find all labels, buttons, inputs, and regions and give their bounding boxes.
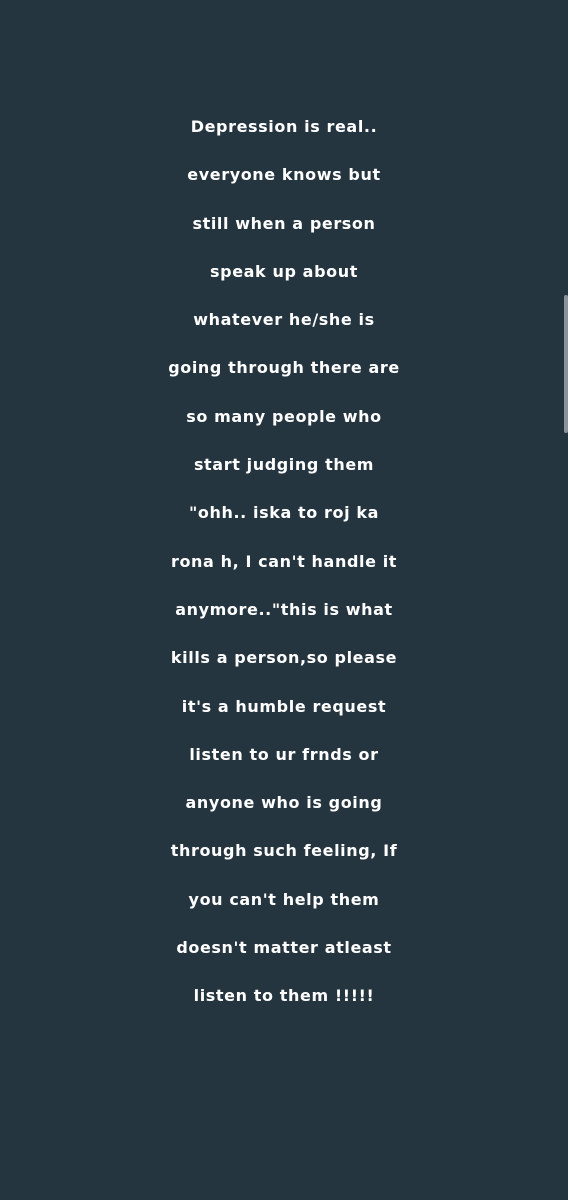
story-text-line: "ohh.. iska to roj ka: [188, 503, 380, 523]
story-text-line: whatever he/she is: [193, 310, 375, 330]
story-text-line: still when a person: [192, 213, 376, 233]
story-text-line: doesn't matter atleast: [176, 938, 392, 958]
story-text-line: you can't help them: [188, 889, 380, 909]
story-text-line: so many people who: [186, 406, 382, 426]
story-text-line: speak up about: [210, 261, 358, 281]
story-text-line: everyone knows but: [187, 165, 381, 185]
story-text-line: rona h, I can't handle it: [170, 551, 398, 571]
story-text-line: through such feeling, If: [170, 841, 398, 861]
story-canvas: Depression is real.. everyone knows but …: [0, 0, 568, 1200]
scrollbar[interactable]: [564, 295, 568, 433]
story-text-line: going through there are: [168, 358, 400, 378]
story-text-line: kills a person,so please: [170, 648, 398, 668]
story-text-line: anymore.."this is what: [175, 599, 393, 619]
story-text-line: listen to them !!!!!: [193, 986, 375, 1006]
story-text-line: it's a humble request: [181, 696, 387, 716]
story-text-line: anyone who is going: [185, 793, 383, 813]
story-text-line: Depression is real..: [190, 117, 378, 136]
story-text-line: listen to ur frnds or: [189, 744, 379, 764]
story-text: Depression is real.. everyone knows but …: [0, 103, 568, 1021]
story-text-line: start judging them: [193, 455, 375, 475]
